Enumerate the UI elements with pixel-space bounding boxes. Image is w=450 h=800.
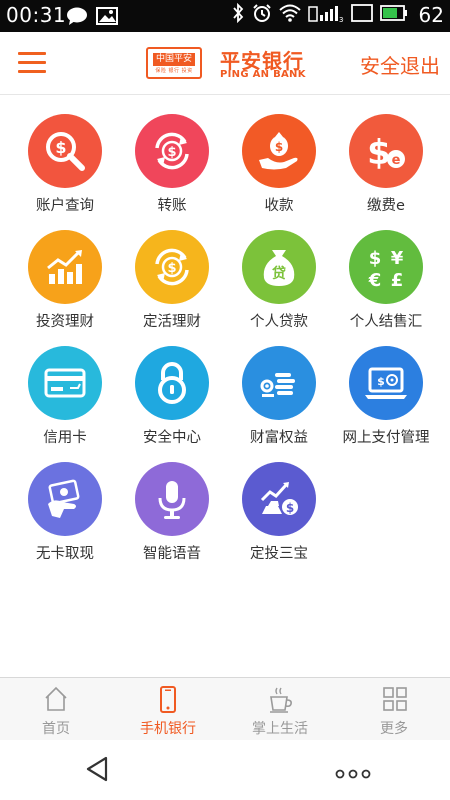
phone-icon xyxy=(156,686,180,718)
pingan-logo: 中国平安 保险 银行 投资 xyxy=(146,47,202,79)
service-fixed-investment[interactable]: $ 定投三宝 xyxy=(229,462,329,572)
chat-notification-icon xyxy=(66,7,88,29)
svg-text:$: $ xyxy=(286,501,294,515)
service-label: 投资理财 xyxy=(36,314,94,330)
pay-bill-e-icon: $ e xyxy=(349,114,423,188)
tab-label: 更多 xyxy=(380,721,408,737)
service-label: 无卡取现 xyxy=(36,546,94,562)
status-time: 00:31 xyxy=(6,3,67,27)
microphone-icon xyxy=(135,462,209,536)
wifi-icon xyxy=(278,4,301,26)
fixed-investment-icon: $ xyxy=(242,462,316,536)
service-label: 个人贷款 xyxy=(250,314,308,330)
tab-more[interactable]: 更多 xyxy=(338,678,450,741)
service-label: 智能语音 xyxy=(143,546,201,562)
receive-money-icon: $ xyxy=(242,114,316,188)
service-label: 财富权益 xyxy=(250,430,308,446)
service-currency-exchange[interactable]: $ ¥ € £ 个人结售汇 xyxy=(336,230,436,340)
svg-text:e: e xyxy=(392,153,401,168)
svg-text:贷: 贷 xyxy=(272,265,286,282)
currency-exchange-icon: $ ¥ € £ xyxy=(349,230,423,304)
loan-bag-icon: 贷 xyxy=(242,230,316,304)
logout-button[interactable]: 安全退出 xyxy=(360,50,440,79)
tab-label: 首页 xyxy=(42,721,70,737)
service-label: 信用卡 xyxy=(43,430,87,446)
status-bar: 00:31 3G 62 xyxy=(0,0,450,32)
battery-level: 62 xyxy=(418,3,444,27)
svg-text:$: $ xyxy=(55,138,66,157)
svg-text:$: $ xyxy=(167,261,176,276)
service-pay-bill[interactable]: $ e 缴费e xyxy=(336,114,436,224)
more-options-button[interactable] xyxy=(335,764,371,783)
service-label: 网上支付管理 xyxy=(342,430,430,446)
cycle-coin-icon: $ xyxy=(135,230,209,304)
svg-text:€: € xyxy=(368,270,382,291)
alarm-icon xyxy=(252,3,272,27)
signal-icon: 3G xyxy=(307,3,348,27)
service-label: 缴费e xyxy=(367,198,405,214)
image-notification-icon xyxy=(96,7,118,29)
app-header: 中国平安 保险 银行 投资 平安银行 PING AN BANK 安全退出 xyxy=(0,32,450,95)
credit-card-icon xyxy=(28,346,102,420)
service-receive[interactable]: $ 收款 xyxy=(229,114,329,224)
svg-text:$: $ xyxy=(377,375,385,388)
service-fixed-current[interactable]: $ 定活理财 xyxy=(122,230,222,340)
transfer-coin-icon: $ xyxy=(135,114,209,188)
service-label: 账户查询 xyxy=(36,198,94,214)
wealth-coins-icon xyxy=(242,346,316,420)
service-cardless-withdrawal[interactable]: 无卡取现 xyxy=(15,462,115,572)
more-dots-icon xyxy=(335,769,371,779)
service-smart-voice[interactable]: 智能语音 xyxy=(122,462,222,572)
service-online-payment[interactable]: $ 网上支付管理 xyxy=(336,346,436,456)
logo-badge-text: 中国平安 xyxy=(152,52,195,66)
tab-label: 手机银行 xyxy=(140,721,196,737)
svg-text:$: $ xyxy=(167,145,176,160)
svg-text:£: £ xyxy=(391,270,404,291)
svg-text:$: $ xyxy=(369,248,382,269)
service-label: 个人结售汇 xyxy=(349,314,423,330)
service-label: 定投三宝 xyxy=(250,546,308,562)
service-transfer[interactable]: $ 转账 xyxy=(122,114,222,224)
svg-text:3G: 3G xyxy=(339,16,344,23)
padlock-icon xyxy=(135,346,209,420)
service-label: 安全中心 xyxy=(143,430,201,446)
service-security-center[interactable]: 安全中心 xyxy=(122,346,222,456)
investment-chart-icon xyxy=(28,230,102,304)
tab-mobile-bank[interactable]: 手机银行 xyxy=(112,678,224,741)
service-credit-card[interactable]: 信用卡 xyxy=(15,346,115,456)
laptop-payment-icon: $ xyxy=(349,346,423,420)
cash-withdraw-icon xyxy=(28,462,102,536)
menu-button[interactable] xyxy=(18,52,46,74)
tab-label: 掌上生活 xyxy=(252,721,308,737)
service-account-query[interactable]: $ 账户查询 xyxy=(15,114,115,224)
service-label: 收款 xyxy=(264,198,294,214)
svg-text:¥: ¥ xyxy=(391,248,404,269)
service-wealth-rights[interactable]: 财富权益 xyxy=(229,346,329,456)
battery-icon xyxy=(379,5,408,25)
service-investment[interactable]: 投资理财 xyxy=(15,230,115,340)
back-button[interactable] xyxy=(82,754,112,788)
search-coin-icon: $ xyxy=(28,114,102,188)
bluetooth-icon xyxy=(231,2,245,27)
coffee-cup-icon xyxy=(268,686,294,718)
svg-text:$: $ xyxy=(275,140,283,154)
service-label: 转账 xyxy=(157,198,187,214)
bottom-tab-bar: 首页 手机银行 掌上生活 更多 xyxy=(0,677,450,741)
service-label: 定活理财 xyxy=(143,314,201,330)
grid-icon xyxy=(382,686,408,716)
bank-name-en: PING AN BANK xyxy=(220,69,306,80)
back-triangle-icon xyxy=(86,756,108,782)
tab-home[interactable]: 首页 xyxy=(0,678,112,741)
sim-two-icon xyxy=(350,4,373,26)
svg-text:$: $ xyxy=(367,133,391,173)
system-nav-bar xyxy=(0,740,450,800)
tab-palm-life[interactable]: 掌上生活 xyxy=(224,678,336,741)
logo-sub-text: 保险 银行 投资 xyxy=(155,67,193,74)
service-personal-loan[interactable]: 贷 个人贷款 xyxy=(229,230,329,340)
home-icon xyxy=(44,686,68,716)
